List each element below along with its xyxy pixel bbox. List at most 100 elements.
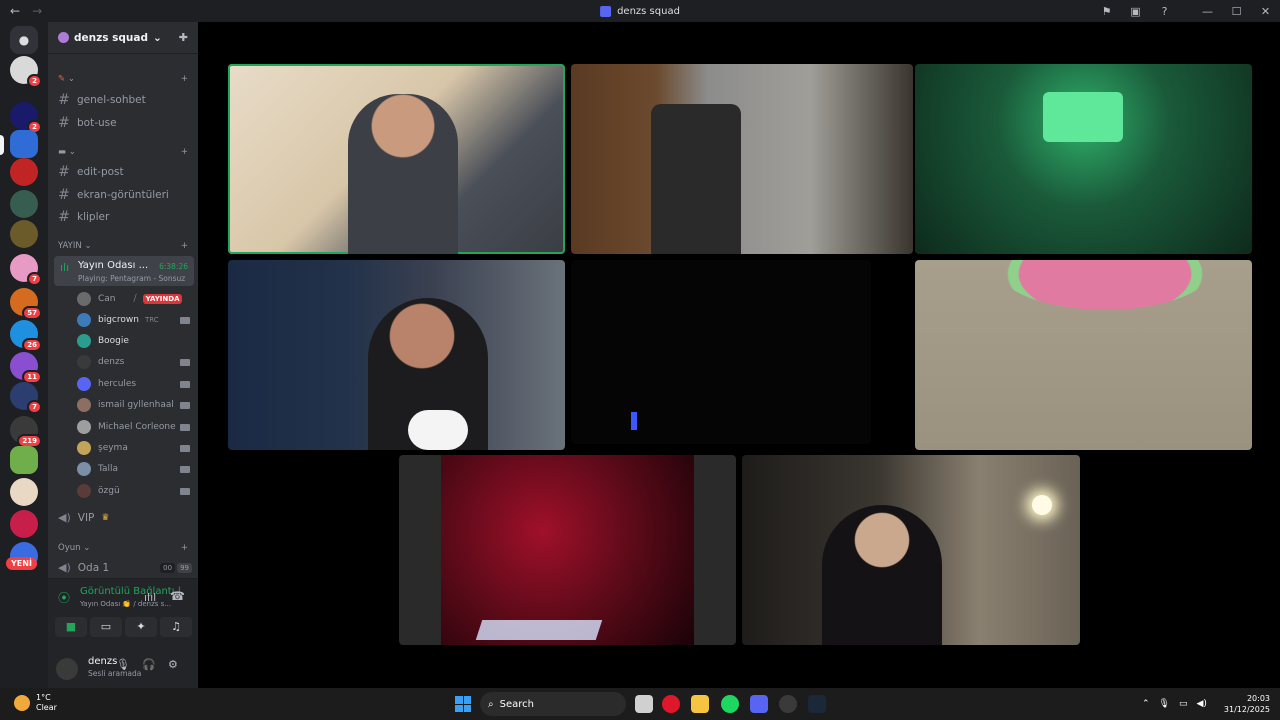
- camera-button[interactable]: ■: [55, 617, 87, 637]
- noise-suppression-icon[interactable]: ılıl: [144, 591, 156, 604]
- steam-icon[interactable]: [808, 695, 826, 713]
- opera-icon[interactable]: [662, 695, 680, 713]
- add-channel-icon[interactable]: +: [181, 241, 188, 251]
- channel-genel-sohbet[interactable]: # genel-sohbet: [58, 90, 192, 109]
- server-icon[interactable]: 7: [10, 254, 42, 286]
- task-view-icon[interactable]: [635, 695, 653, 713]
- clock[interactable]: 20:03 31/12/2025: [1224, 693, 1270, 715]
- channel-bot-use[interactable]: # bot-use: [58, 113, 192, 132]
- clan-tag: TRC: [144, 316, 159, 324]
- add-channel-icon[interactable]: +: [181, 543, 188, 553]
- server-icon[interactable]: [10, 446, 38, 474]
- voice-user[interactable]: özgü: [77, 481, 190, 501]
- avatar: [77, 462, 91, 476]
- voice-user[interactable]: Michael Corleone: [77, 417, 190, 437]
- discord-icon[interactable]: [750, 695, 768, 713]
- channel-edit-post[interactable]: # edit-post: [58, 162, 192, 181]
- video-tile[interactable]: [399, 455, 736, 645]
- server-header[interactable]: denzs squad ⌄ ✚: [48, 22, 198, 54]
- server-icon[interactable]: [10, 190, 38, 218]
- channel-vip[interactable]: ◀) VIP ♛: [58, 508, 192, 527]
- server-icon[interactable]: [10, 478, 38, 506]
- server-icon[interactable]: [10, 510, 38, 538]
- microphone-icon[interactable]: 🎙: [116, 658, 130, 671]
- camera-icon: [180, 380, 190, 388]
- search-box[interactable]: ⌕ Search: [480, 692, 626, 716]
- voice-user[interactable]: Boogie: [77, 331, 190, 351]
- voice-user[interactable]: Can ⧸ YAYINDA: [77, 289, 190, 309]
- add-channel-icon[interactable]: +: [181, 74, 188, 84]
- settings-gear-icon[interactable]: ⚙: [168, 658, 178, 671]
- video-tile[interactable]: [915, 64, 1252, 254]
- channel-klipler[interactable]: # klipler: [58, 207, 192, 226]
- chevron-down-icon: ⌄: [152, 31, 162, 44]
- channel-oda-1[interactable]: ◀) Oda 1 00 99: [58, 558, 192, 577]
- server-icon[interactable]: 219: [10, 416, 42, 448]
- flag-icon[interactable]: ⚑: [1092, 5, 1121, 18]
- active-voice-channel[interactable]: ılı Yayın Odası ... 6:38:26 Playing: Pen…: [54, 256, 194, 286]
- hash-icon: #: [58, 114, 70, 131]
- add-channel-icon[interactable]: +: [181, 147, 188, 157]
- voice-user[interactable]: Talla: [77, 459, 190, 479]
- help-icon[interactable]: ?: [1150, 5, 1179, 18]
- video-tile[interactable]: [228, 260, 565, 450]
- disconnect-icon[interactable]: ☎: [170, 589, 185, 603]
- camera-icon: [180, 465, 190, 473]
- voice-user[interactable]: şeyma: [77, 438, 190, 458]
- voice-user[interactable]: ismail gyllenhaal: [77, 395, 190, 415]
- video-tile[interactable]: [915, 260, 1252, 450]
- category-header[interactable]: ▬ ⌄ +: [58, 147, 188, 157]
- avatar[interactable]: [56, 658, 78, 680]
- close-button[interactable]: ✕: [1251, 5, 1280, 18]
- server-icon[interactable]: 26: [10, 320, 42, 352]
- add-member-icon[interactable]: ✚: [179, 31, 188, 44]
- weather-widget[interactable]: 1°C Clear: [14, 693, 57, 713]
- file-explorer-icon[interactable]: [691, 695, 709, 713]
- category-header[interactable]: YAYIN ⌄ +: [58, 241, 188, 251]
- voice-user[interactable]: hercules: [77, 374, 190, 394]
- discord-home-icon[interactable]: ●: [10, 26, 38, 54]
- channel-ekran-goruntuleri[interactable]: # ekran-görüntüleri: [58, 185, 192, 204]
- start-button[interactable]: [455, 696, 471, 712]
- inbox-icon[interactable]: ▣: [1121, 5, 1150, 18]
- server-icon[interactable]: 2: [10, 56, 42, 88]
- server-icon[interactable]: [10, 158, 38, 186]
- server-icon[interactable]: 2: [10, 102, 42, 134]
- server-icon: [600, 5, 612, 17]
- video-tile[interactable]: [571, 260, 871, 444]
- camera-icon: [180, 358, 190, 366]
- maximize-button[interactable]: ☐: [1222, 5, 1251, 18]
- category-header[interactable]: Oyun ⌄ +: [58, 543, 188, 553]
- server-icon[interactable]: 11: [10, 352, 42, 384]
- speaker-icon: ◀): [58, 561, 71, 574]
- screen-share-button[interactable]: ▭: [90, 617, 122, 637]
- network-icon[interactable]: ▭: [1179, 699, 1188, 709]
- server-icon[interactable]: 7: [10, 382, 42, 414]
- server-icon[interactable]: [10, 220, 38, 248]
- microphone-icon[interactable]: 🎙: [1159, 699, 1170, 709]
- video-tile[interactable]: [742, 455, 1080, 645]
- forward-arrow-icon[interactable]: →: [32, 4, 42, 18]
- participant-video: [651, 104, 741, 254]
- video-tile[interactable]: [571, 64, 913, 254]
- connection-channel[interactable]: Yayın Odası 👏 / denzs s...: [80, 600, 171, 608]
- spotify-icon[interactable]: [721, 695, 739, 713]
- voice-user[interactable]: denzs: [77, 352, 190, 372]
- chevron-up-icon[interactable]: ⌃: [1142, 699, 1150, 709]
- avatar: [77, 420, 91, 434]
- minimize-button[interactable]: —: [1193, 5, 1222, 18]
- connection-status[interactable]: Görüntülü Bağlantı |: [80, 586, 181, 597]
- activities-button[interactable]: ✦: [125, 617, 157, 637]
- app-icon[interactable]: [779, 695, 797, 713]
- headphones-icon[interactable]: 🎧: [142, 658, 156, 671]
- avatar: [77, 377, 91, 391]
- soundboard-button[interactable]: ♫: [160, 617, 192, 637]
- volume-icon[interactable]: ◀): [1196, 699, 1206, 709]
- back-arrow-icon[interactable]: ←: [10, 4, 20, 18]
- user-name[interactable]: denzs: [88, 656, 117, 667]
- server-icon[interactable]: 57: [10, 288, 42, 320]
- video-tile[interactable]: [228, 64, 565, 254]
- category-header[interactable]: ✎ ⌄ +: [58, 74, 188, 84]
- server-icon[interactable]: [10, 130, 38, 158]
- voice-user[interactable]: bigcrown TRC: [77, 310, 190, 330]
